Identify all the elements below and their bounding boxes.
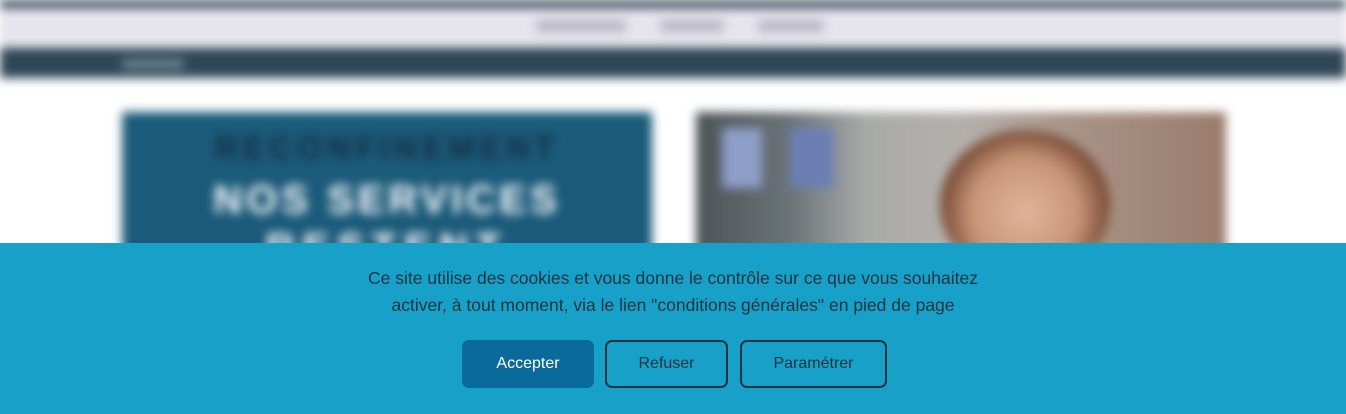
cookie-message-line-2: activer, à tout moment, via le lien "con… [391, 295, 955, 315]
top-strip [0, 0, 1346, 8]
accept-button[interactable]: Accepter [462, 340, 594, 388]
cookie-message: Ce site utilise des cookies et vous donn… [313, 265, 1033, 319]
promo-card-heading: RECONFINEMENT NOS SERVICES RESTENT [122, 112, 652, 262]
cookie-message-line-1: Ce site utilise des cookies et vous donn… [368, 268, 978, 288]
nav-links [536, 20, 824, 32]
breadcrumb [122, 59, 184, 69]
promo-line-1: RECONFINEMENT [214, 130, 560, 166]
nav-link[interactable] [536, 20, 626, 32]
refuse-button[interactable]: Refuser [605, 340, 728, 388]
nav-link[interactable] [758, 20, 824, 32]
nav-link[interactable] [660, 20, 724, 32]
sub-nav-bar [0, 48, 1346, 78]
photo-window [722, 128, 762, 188]
promo-line-2: NOS SERVICES [213, 178, 561, 222]
settings-button[interactable]: Paramétrer [740, 340, 887, 388]
photo-window [790, 128, 834, 188]
